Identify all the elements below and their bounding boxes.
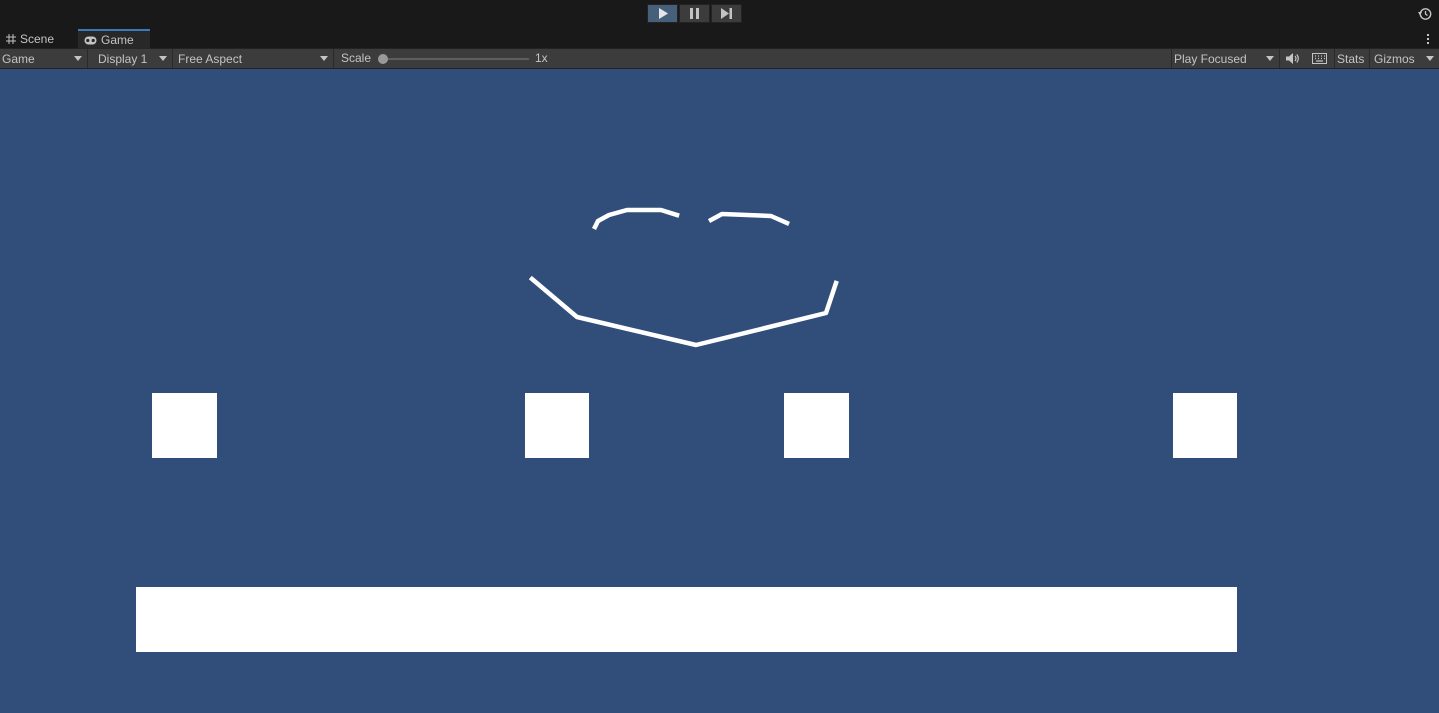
ground-platform	[136, 587, 1237, 652]
play-mode-value: Play Focused	[1174, 51, 1247, 66]
keyboard-icon	[1311, 53, 1327, 64]
pause-icon	[690, 8, 699, 19]
play-controls	[647, 4, 743, 23]
play-icon	[658, 8, 668, 19]
tab-label: Scene	[20, 32, 55, 46]
step-icon	[721, 8, 732, 19]
play-button[interactable]	[647, 4, 678, 23]
view-mode-dropdown[interactable]: Game	[0, 49, 88, 68]
chevron-down-icon	[74, 56, 82, 61]
scale-value: 1x	[535, 51, 548, 65]
display-value: Display 1	[98, 51, 148, 66]
play-toolbar	[0, 0, 1439, 29]
view-mode-value: Game	[2, 51, 35, 66]
tab-game[interactable]: Game	[78, 29, 150, 49]
chevron-down-icon	[1426, 56, 1434, 61]
aspect-dropdown[interactable]: Free Aspect	[176, 49, 334, 68]
white-square-block	[1173, 393, 1237, 458]
chevron-down-icon	[320, 56, 328, 61]
smile-line	[528, 275, 839, 348]
scale-label: Scale	[341, 51, 372, 65]
speaker-icon	[1286, 53, 1299, 64]
gizmos-label: Gizmos	[1374, 51, 1415, 66]
history-button[interactable]	[1415, 5, 1435, 23]
tab-scene[interactable]: Scene	[0, 29, 76, 49]
scale-slider-thumb[interactable]	[378, 54, 388, 64]
left-eyebrow-line	[591, 207, 680, 231]
white-square-block	[152, 393, 217, 458]
display-dropdown[interactable]: Display 1	[96, 49, 173, 68]
white-square-block	[525, 393, 589, 458]
aspect-value: Free Aspect	[178, 51, 243, 66]
editor-tab-bar: Scene Game	[0, 29, 1439, 49]
history-icon	[1418, 8, 1432, 20]
right-eyebrow-line	[707, 211, 790, 226]
chevron-down-icon	[159, 56, 167, 61]
white-square-block	[784, 393, 849, 458]
scale-slider[interactable]	[378, 54, 529, 64]
tab-options-icon[interactable]	[1423, 32, 1433, 46]
gamepad-icon	[84, 36, 97, 45]
grid-icon	[6, 34, 16, 44]
gizmos-dropdown[interactable]: Gizmos	[1372, 49, 1439, 68]
stats-button[interactable]: Stats	[1334, 49, 1370, 68]
shortcuts-button[interactable]	[1306, 49, 1332, 68]
stats-label: Stats	[1337, 51, 1365, 66]
tab-label: Game	[101, 33, 134, 47]
mute-audio-button[interactable]	[1282, 49, 1304, 68]
play-mode-dropdown[interactable]: Play Focused	[1171, 49, 1280, 68]
pause-button[interactable]	[679, 4, 710, 23]
game-viewport[interactable]	[0, 69, 1439, 713]
step-button[interactable]	[711, 4, 742, 23]
game-view-toolbar: Game Display 1 Free Aspect Scale 1x Play…	[0, 49, 1439, 69]
chevron-down-icon	[1266, 56, 1274, 61]
